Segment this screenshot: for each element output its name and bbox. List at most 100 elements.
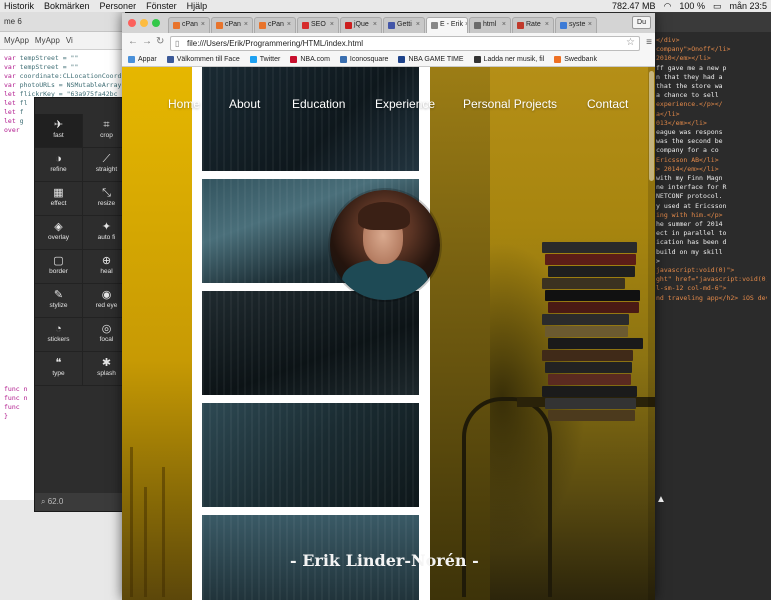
bookmark-item[interactable]: Ladda ner musik, fil	[473, 56, 545, 63]
browser-tab[interactable]: jQue ×	[340, 17, 382, 33]
reload-icon[interactable]: ↻	[156, 36, 164, 47]
tool-stylize[interactable]: ✎ stylize	[35, 284, 83, 318]
gallery-photo[interactable]	[202, 291, 419, 395]
menu-hjalp[interactable]: Hjälp	[187, 1, 208, 11]
bookmark-favicon-icon	[128, 56, 135, 63]
search-icon[interactable]: ⌕	[41, 497, 45, 506]
bookmark-item[interactable]: Iconosquare	[339, 56, 388, 63]
browser-tab[interactable]: html ×	[469, 17, 511, 33]
profile-button[interactable]: Du	[632, 16, 651, 29]
code-line: ect in parallel to	[656, 229, 727, 238]
bookmark-item[interactable]: Twitter	[249, 56, 280, 63]
tool-stickers[interactable]: ◔ stickers	[35, 318, 83, 352]
close-tab-icon[interactable]: ×	[545, 21, 551, 33]
browser-tab[interactable]: Getti ×	[383, 17, 425, 33]
chrome-menu-icon[interactable]: ≡	[646, 37, 652, 48]
bookmark-star-icon[interactable]: ☆	[626, 37, 635, 48]
browser-tab[interactable]: syste ×	[555, 17, 597, 33]
close-tab-icon[interactable]: ×	[502, 21, 508, 33]
gallery-photo[interactable]	[202, 403, 419, 507]
tool-effect[interactable]: ▦ effect	[35, 182, 83, 216]
close-tab-icon[interactable]: ×	[287, 21, 293, 33]
code-line: y used at Ericsson	[656, 201, 727, 210]
tool-overlay[interactable]: ◈ overlay	[35, 216, 83, 250]
menu-fonster[interactable]: Fönster	[146, 1, 177, 11]
bookmark-label: Appar	[138, 56, 157, 63]
tab-label: SEO	[311, 21, 326, 28]
url-text[interactable]: file:///Users/Erik/Programmering/HTML/in…	[187, 39, 363, 48]
nav-personal-projects[interactable]: Personal Projects	[463, 97, 557, 111]
bookmark-item[interactable]: Välkommen till Face	[166, 56, 240, 63]
wifi-icon[interactable]: ◠	[664, 1, 672, 12]
menu-bokmarken[interactable]: Bokmärken	[44, 1, 90, 11]
tool-border[interactable]: ▢ border	[35, 250, 83, 284]
scrollbar-thumb[interactable]	[649, 71, 654, 181]
web-page-viewport[interactable]: Home About Education Experience Personal…	[122, 67, 655, 600]
tool-label: stylize	[49, 302, 68, 309]
code-line: >	[656, 256, 660, 265]
menu-historik[interactable]: Historik	[4, 1, 34, 11]
crumb-vi[interactable]: Vi	[66, 36, 73, 45]
page-scrollbar[interactable]	[648, 67, 655, 600]
nav-about[interactable]: About	[229, 97, 260, 111]
menu-clock[interactable]: mån 23:5	[729, 1, 767, 11]
minimize-window-icon[interactable]	[140, 19, 148, 27]
book-spine	[545, 254, 636, 265]
favicon-icon	[173, 22, 180, 29]
nav-contact[interactable]: Contact	[587, 97, 628, 111]
code-line: ing with him.</p>	[656, 210, 723, 219]
close-window-icon[interactable]	[128, 19, 136, 27]
bookmark-label: NBA.com	[300, 56, 330, 63]
film-icon: ▦	[53, 187, 64, 199]
nav-education[interactable]: Education	[292, 97, 345, 111]
tool-type[interactable]: ❝ type	[35, 352, 83, 386]
tool-refine[interactable]: ◑ refine	[35, 148, 83, 182]
browser-tab[interactable]: cPan ×	[168, 17, 210, 33]
back-icon[interactable]: ←	[128, 36, 138, 47]
battery-icon: ▭	[712, 0, 722, 11]
code-line: ght" href="javascript:void(0)"	[656, 275, 767, 284]
close-tab-icon[interactable]: ×	[416, 21, 422, 33]
menu-personer[interactable]: Personer	[100, 1, 137, 11]
nav-experience[interactable]: Experience	[375, 97, 435, 111]
close-tab-icon[interactable]: ×	[330, 21, 336, 33]
close-tab-icon[interactable]: ×	[465, 21, 467, 33]
zoom-window-icon[interactable]	[152, 19, 160, 27]
browser-tab[interactable]: E - Erik×	[426, 17, 468, 33]
bookmark-label: Swedbank	[564, 56, 597, 63]
crumb-myapp-2[interactable]: MyApp	[35, 36, 60, 45]
browser-tab[interactable]: SEO ×	[297, 17, 339, 33]
address-bar[interactable]: ▯ file:///Users/Erik/Programmering/HTML/…	[170, 36, 640, 51]
page-icon: ▯	[175, 39, 180, 48]
breadcrumb: MyApp MyApp Vi	[0, 32, 125, 50]
tab-label: cPan	[225, 21, 241, 28]
book-spine	[548, 302, 639, 313]
bookmark-item[interactable]: Appar	[128, 56, 157, 63]
bookmark-item[interactable]: NBA.com	[290, 56, 330, 63]
close-tab-icon[interactable]: ×	[373, 21, 379, 33]
bookmark-item[interactable]: Swedbank	[554, 56, 597, 63]
battery-percent[interactable]: 100 %	[679, 1, 705, 11]
browser-tab[interactable]: Rate ×	[512, 17, 554, 33]
photo-editor-panel: ✈ fast ⌗ crop ◑ refine ⟋ straight ▦ effect ⤡ resize…	[34, 97, 131, 512]
crumb-myapp[interactable]: MyApp	[4, 36, 29, 45]
forward-icon[interactable]: →	[142, 36, 152, 47]
tool-fast[interactable]: ✈ fast	[35, 114, 83, 148]
left-editor-tab[interactable]: me 6	[0, 12, 125, 32]
book-spine	[548, 338, 643, 349]
photo-column	[192, 67, 430, 600]
scroll-top-icon[interactable]: ▲	[656, 494, 680, 512]
tab-label: html	[483, 21, 497, 28]
zoom-value[interactable]: 62.0	[48, 497, 64, 506]
close-tab-icon[interactable]: ×	[201, 21, 207, 33]
browser-tab[interactable]: cPan ×	[211, 17, 253, 33]
close-tab-icon[interactable]: ×	[244, 21, 250, 33]
nav-home[interactable]: Home	[168, 97, 200, 111]
bookmark-item[interactable]: NBA GAME TIME	[398, 56, 464, 63]
bookmark-label: Ladda ner musik, fil	[483, 56, 545, 63]
favicon-icon	[560, 22, 567, 29]
editor-zoom-bar: ⌕ 62.0	[35, 493, 131, 511]
tool-label: splash	[97, 370, 116, 377]
close-tab-icon[interactable]: ×	[588, 21, 594, 33]
browser-tab[interactable]: cPan ×	[254, 17, 296, 33]
